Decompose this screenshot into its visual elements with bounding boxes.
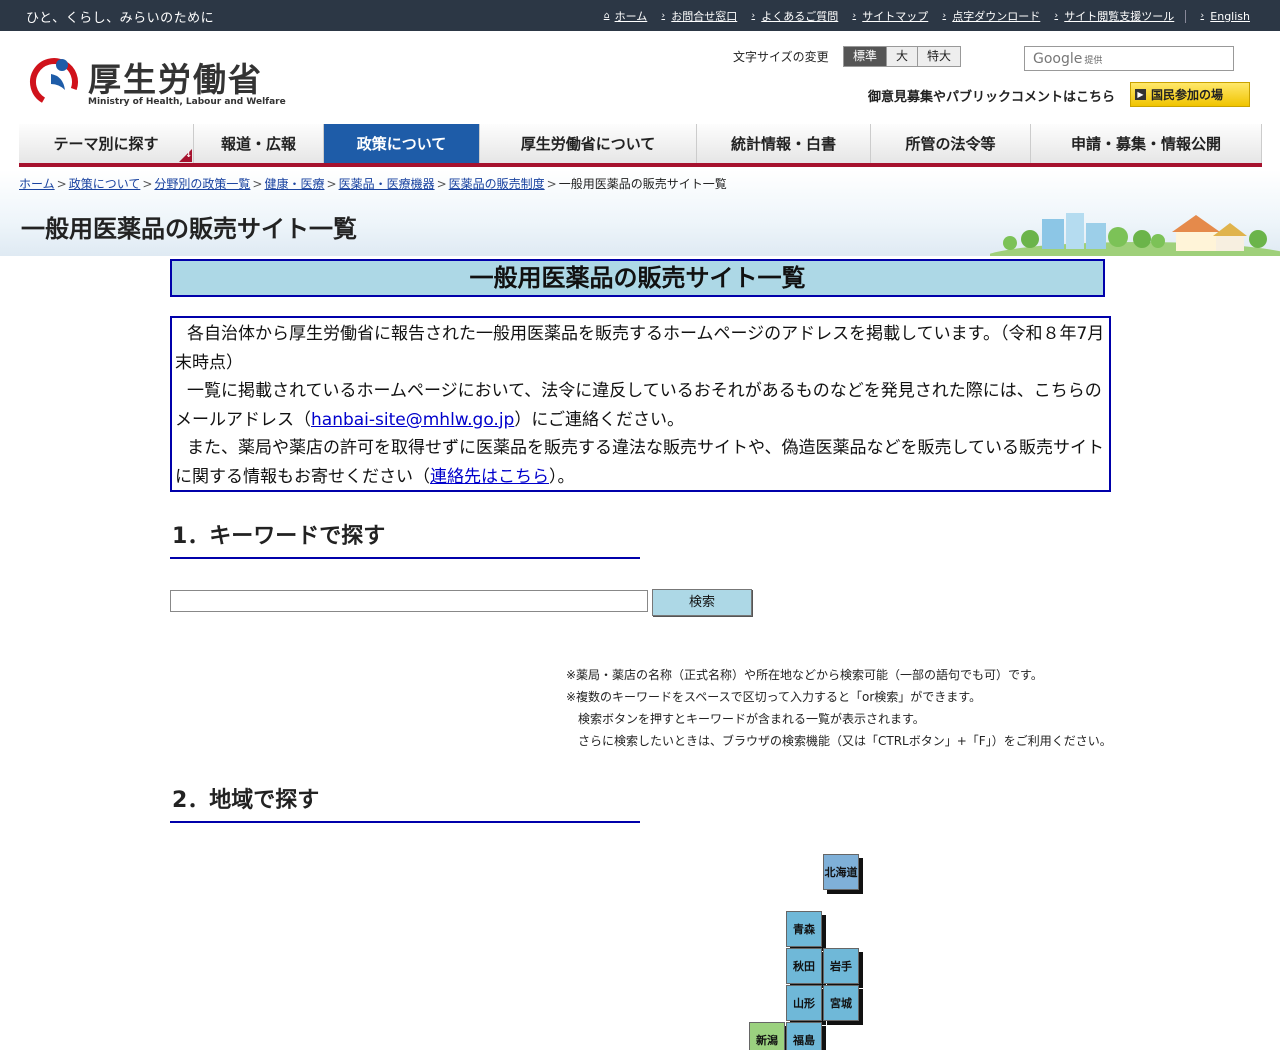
- arrow-right-icon: ›: [852, 11, 857, 21]
- ministry-name-english: Ministry of Health, Labour and Welfare: [88, 97, 286, 107]
- home-icon: ⌂: [603, 11, 610, 21]
- contact-info-link[interactable]: 連絡先はこちら: [430, 467, 549, 487]
- prefecture-niigata[interactable]: 新潟: [749, 1022, 785, 1050]
- util-link-accessibility[interactable]: › サイト閲覧支援ツール: [1051, 8, 1174, 24]
- breadcrumb-link[interactable]: 医薬品の販売制度: [449, 177, 545, 191]
- util-link-braille[interactable]: › 点字ダウンロード: [939, 8, 1040, 24]
- google-brand: Google: [1033, 51, 1083, 67]
- util-link-sitemap[interactable]: › サイトマップ: [849, 8, 928, 24]
- hint-line: ※複数のキーワードをスペースで区切って入力すると「or検索」ができます。: [566, 690, 982, 704]
- main-heading: 一般用医薬品の販売サイト一覧: [170, 259, 1105, 297]
- hint-line: ※薬局・薬店の名称（正式名称）や所在地などから検索可能（一部の語句でも可）です。: [566, 668, 1043, 682]
- util-link-home[interactable]: ⌂ ホーム: [602, 8, 648, 24]
- prefecture-miyagi[interactable]: 宮城: [823, 985, 859, 1021]
- chevron-right-icon: >: [56, 177, 67, 191]
- site-header: 厚生労働省 Ministry of Health, Labour and Wel…: [0, 31, 1280, 124]
- font-size-label: 文字サイズの変更: [733, 50, 829, 64]
- breadcrumb-link[interactable]: 健康・医療: [264, 177, 324, 191]
- breadcrumb-link[interactable]: 医薬品・医療機器: [339, 177, 435, 191]
- breadcrumb-link[interactable]: 分野別の政策一覧: [154, 177, 250, 191]
- breadcrumb: ホーム > 政策について > 分野別の政策一覧 > 健康・医療 > 医薬品・医療機器 > 医薬品の販…: [19, 175, 727, 192]
- hint-line: さらに検索したいときは、ブラウザの検索機能（又は「CTRLボタン」+「F」）をご…: [578, 734, 1112, 748]
- prefecture-aomori[interactable]: 青森: [786, 911, 822, 947]
- breadcrumb-current: 一般用医薬品の販売サイト一覧: [558, 177, 727, 191]
- arrow-right-icon: ›: [1054, 11, 1059, 21]
- util-link-contact[interactable]: › お問合せ窓口: [658, 8, 737, 24]
- chevron-right-icon: >: [326, 177, 337, 191]
- nav-item-themes[interactable]: テーマ別に探す ↓: [19, 124, 194, 163]
- font-size-switcher: 標準 大 特大: [843, 46, 962, 67]
- arrow-right-icon: ›: [661, 11, 666, 21]
- chevron-right-icon: >: [436, 177, 447, 191]
- notice-box: 各自治体から厚生労働省に報告された一般用医薬品を販売するホームページのアドレスを…: [170, 316, 1111, 492]
- nav-item-statistics[interactable]: 統計情報・白書: [697, 124, 871, 163]
- prefecture-hokkaido[interactable]: 北海道: [823, 854, 859, 890]
- citizen-participation-button[interactable]: ▶ 国民参加の場: [1130, 82, 1250, 107]
- nav-item-policy[interactable]: 政策について: [324, 124, 480, 163]
- dropdown-arrow-icon: ↓: [179, 149, 192, 162]
- prefecture-yamagata[interactable]: 山形: [786, 985, 822, 1021]
- section-heading-region: 2．地域で探す: [172, 788, 320, 813]
- search-hints: ※薬局・薬店の名称（正式名称）や所在地などから検索可能（一部の語句でも可）です。…: [566, 664, 1112, 752]
- contact-email-link[interactable]: hanbai-site@mhlw.go.jp: [311, 410, 514, 430]
- utility-bar: ひと、くらし、みらいのために ⌂ ホーム › お問合せ窓口 › よくあるご質問 › サイ…: [0, 0, 1280, 31]
- font-size-xlarge-button[interactable]: 特大: [917, 47, 961, 66]
- keyword-search-button[interactable]: 検索: [652, 589, 752, 616]
- section-divider: [170, 557, 640, 559]
- global-nav: テーマ別に探す ↓ 報道・広報 政策について 厚生労働省について 統計情報・白書 所管の法令…: [19, 124, 1262, 167]
- font-size-standard-button[interactable]: 標準: [844, 47, 887, 66]
- ministry-logo-icon[interactable]: [29, 54, 79, 106]
- site-tagline: ひと、くらし、みらいのために: [26, 11, 215, 26]
- notice-paragraph: 一覧に掲載されているホームページにおいて、法令に違反しているおそれがあるものなど…: [175, 381, 1102, 430]
- page-title: 一般用医薬品の販売サイト一覧: [21, 215, 357, 243]
- hint-line: 検索ボタンを押すとキーワードが含まれる一覧が表示されます。: [578, 712, 925, 726]
- utility-links: ⌂ ホーム › お問合せ窓口 › よくあるご質問 › サイトマップ › 点字ダウンロード …: [602, 8, 1250, 24]
- arrow-right-icon: ›: [942, 11, 947, 21]
- nav-item-press[interactable]: 報道・広報: [194, 124, 324, 163]
- chevron-right-icon: >: [142, 177, 153, 191]
- breadcrumb-link[interactable]: 政策について: [69, 177, 141, 191]
- breadcrumb-link[interactable]: ホーム: [19, 177, 55, 191]
- util-link-faq[interactable]: › よくあるご質問: [748, 8, 838, 24]
- font-size-large-button[interactable]: 大: [886, 47, 918, 66]
- arrow-right-icon: ›: [751, 11, 756, 21]
- town-illustration-icon: [990, 213, 1280, 256]
- arrow-right-icon: ▶: [1135, 89, 1146, 100]
- google-provided-label: 提供: [1084, 56, 1103, 66]
- section-heading-keyword: 1．キーワードで探す: [172, 524, 386, 549]
- ministry-name[interactable]: 厚生労働省: [88, 53, 263, 101]
- nav-item-applications[interactable]: 申請・募集・情報公開: [1031, 124, 1262, 163]
- prefecture-fukushima[interactable]: 福島: [786, 1022, 822, 1050]
- divider: [1185, 9, 1187, 23]
- util-link-english[interactable]: › English: [1197, 10, 1250, 23]
- arrow-right-icon: ›: [1200, 11, 1205, 21]
- keyword-search-input[interactable]: [170, 590, 648, 612]
- prefecture-iwate[interactable]: 岩手: [823, 948, 859, 984]
- notice-paragraph: 各自治体から厚生労働省に報告された一般用医薬品を販売するホームページのアドレスを…: [175, 324, 1105, 373]
- section-divider: [170, 821, 640, 823]
- nav-item-laws[interactable]: 所管の法令等: [871, 124, 1031, 163]
- chevron-right-icon: >: [252, 177, 263, 191]
- nav-item-about[interactable]: 厚生労働省について: [480, 124, 697, 163]
- chevron-right-icon: >: [546, 177, 557, 191]
- prefecture-akita[interactable]: 秋田: [786, 948, 822, 984]
- public-comment-link[interactable]: 御意見募集やパブリックコメントはこちら: [868, 86, 1115, 105]
- notice-paragraph: また、薬局や薬店の許可を取得せずに医薬品を販売する違法な販売サイトや、偽造医薬品…: [175, 438, 1104, 487]
- site-search-input[interactable]: Google 提供: [1024, 46, 1234, 71]
